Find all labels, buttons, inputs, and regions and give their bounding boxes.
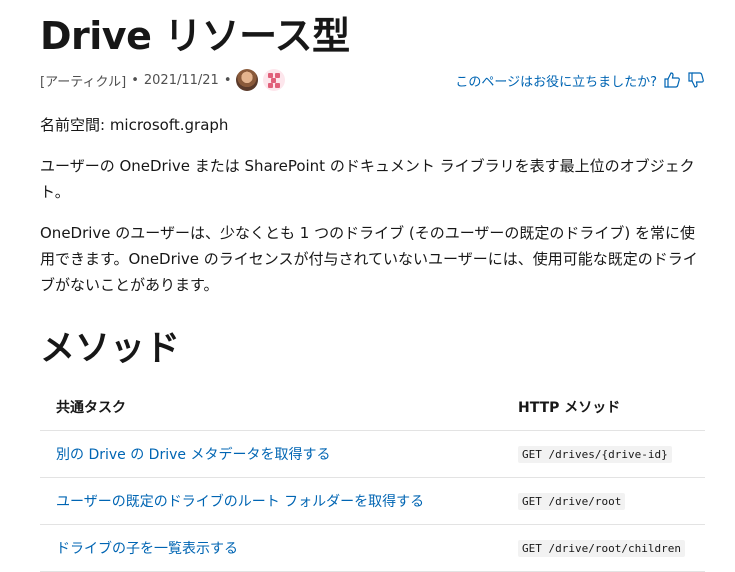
http-method: GET /drives/{drive-id} [518,446,672,463]
methods-table: 共通タスク HTTP メソッド 別の Drive の Drive メタデータを取… [40,384,705,572]
description-paragraph: OneDrive のユーザーは、少なくとも 1 つのドライブ (そのユーザーの既… [40,224,698,294]
table-row: 別の Drive の Drive メタデータを取得する GET /drives/… [40,430,705,478]
methods-heading: メソッド [40,329,181,369]
column-header: HTTP メソッド [502,384,705,431]
contributor-avatar[interactable] [263,69,286,91]
http-method: GET /drive/root/children [518,540,685,557]
http-method: GET /drive/root [518,493,626,510]
separator: • [223,72,232,88]
article-type-label: [アーティクル] [40,74,127,90]
separator: • [131,72,139,88]
thumbs-down-icon[interactable] [687,71,705,89]
namespace-text: 名前空間: microsoft.graph [40,116,229,134]
description-paragraph: ユーザーの OneDrive または SharePoint のドキュメント ライ… [40,157,695,201]
contributor-avatar[interactable] [236,69,259,91]
table-header-row: 共通タスク HTTP メソッド [40,384,705,431]
task-link[interactable]: 別の Drive の Drive メタデータを取得する [56,447,330,463]
task-link[interactable]: ドライブの子を一覧表示する [56,541,238,557]
task-link[interactable]: ユーザーの既定のドライブのルート フォルダーを取得する [56,494,424,510]
feedback-question: このページはお役に立ちましたか? [455,74,657,90]
article-metadata: [アーティクル] • 2021/11/21 • このページはお役に立ちましたか? [40,68,705,92]
table-row: ドライブの子を一覧表示する GET /drive/root/children [40,524,705,572]
thumbs-up-icon[interactable] [663,71,681,89]
article-date: 2021/11/21 [143,72,219,88]
table-row: ユーザーの既定のドライブのルート フォルダーを取得する GET /drive/r… [40,477,705,525]
column-header: 共通タスク [40,384,502,431]
page-title: Drive リソース型 [40,14,350,58]
